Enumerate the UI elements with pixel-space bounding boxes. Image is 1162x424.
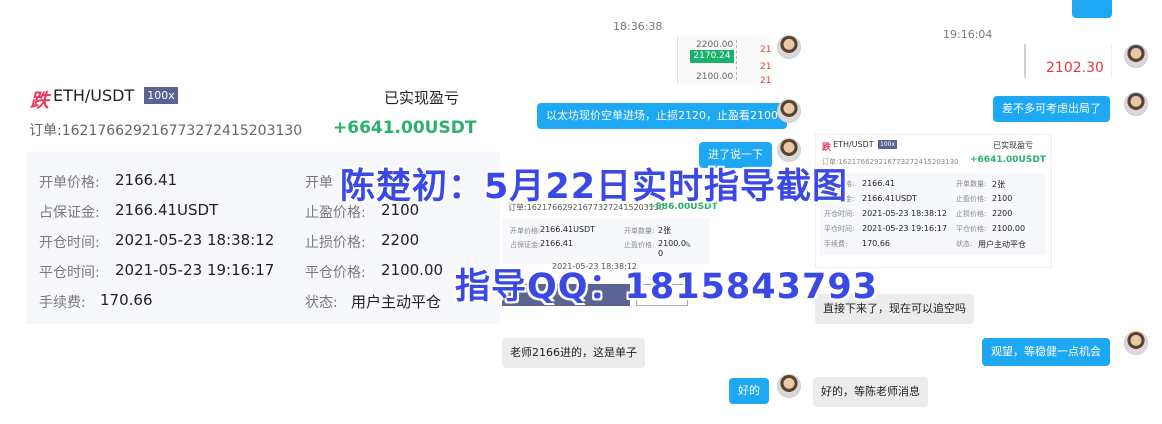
watermark-contact: 指导QQ：1815843793 bbox=[455, 267, 879, 307]
avatar[interactable] bbox=[1124, 44, 1148, 68]
price-value: 2102.30 bbox=[1046, 60, 1104, 76]
chart-tick: 21 bbox=[760, 45, 772, 55]
detail-value: 2021-05-23 18:38:12 bbox=[862, 209, 947, 218]
detail-value: 170.66 bbox=[862, 239, 890, 248]
detail-value: 2100.00 bbox=[992, 224, 1026, 233]
detail-value: 2100.0 bbox=[658, 239, 686, 248]
chart-price-high: 2200.00 bbox=[696, 40, 734, 50]
edit-icon[interactable]: ✎ bbox=[684, 241, 692, 251]
avatar[interactable] bbox=[777, 374, 801, 398]
detail-label: 平仓时间: bbox=[824, 225, 855, 233]
order-id: 订单:162176629216773272415203130 bbox=[29, 123, 303, 139]
chat-message-sent[interactable]: 以太坊现价空单进场，止损2120，止盈看2100 bbox=[537, 103, 787, 129]
detail-label: 占保证金: bbox=[39, 205, 100, 221]
detail-label: 手续费: bbox=[824, 240, 848, 248]
detail-label: 状态: bbox=[956, 240, 973, 248]
detail-label: 开单价格: bbox=[39, 175, 100, 191]
direction-tag: 跌 bbox=[30, 90, 50, 112]
detail-value: 2021-05-23 19:16:17 bbox=[115, 261, 275, 279]
detail-value: 2张 bbox=[992, 180, 1006, 189]
detail-label: 平仓时间: bbox=[39, 265, 100, 281]
detail-value: 2166.41 bbox=[115, 171, 178, 189]
chat-image-trade-card[interactable]: 跌 ETH/USDT 100x 已实现盈亏 订单:162176629216773… bbox=[815, 134, 1052, 268]
leverage-badge: 100x bbox=[144, 87, 178, 104]
chart-tick: 21 bbox=[760, 76, 772, 86]
realized-pnl-label: 已实现盈亏 bbox=[384, 89, 460, 107]
detail-label: 止损价格: bbox=[305, 235, 366, 251]
chat-message-received[interactable]: 好的，等陈老师消息 bbox=[813, 377, 928, 407]
detail-value: 2166.41USDT bbox=[115, 201, 219, 219]
detail-value: 2200 bbox=[381, 231, 420, 249]
chat-bubble-partial bbox=[1072, 0, 1112, 18]
detail-box: 开单价格: 2166.41 开单数量: 2张 占保证金: 2166.41USDT… bbox=[820, 173, 1046, 255]
detail-label: 开单价格: bbox=[510, 227, 541, 235]
leverage-badge: 100x bbox=[878, 140, 898, 149]
detail-label: 平仓价格: bbox=[956, 225, 987, 233]
chart-current-price: 2170.24 bbox=[690, 50, 734, 63]
price-chart-thumbnail[interactable]: 2200.00 2170.24 2100.00 bbox=[677, 36, 769, 84]
timestamp: 18:36:38 bbox=[613, 20, 663, 33]
detail-label: 开单数量: bbox=[624, 227, 655, 235]
detail-value: 2166.41USDT bbox=[862, 194, 918, 203]
detail-value: 2021-05-23 19:16:17 bbox=[862, 224, 947, 233]
detail-value: 2100 bbox=[992, 194, 1013, 203]
chart-tick: 21 bbox=[760, 62, 772, 72]
detail-label: 开单数量: bbox=[956, 180, 987, 188]
detail-value: 2166.41USDT bbox=[540, 225, 596, 234]
chat-message-sent[interactable]: 差不多可考虑出局了 bbox=[993, 96, 1110, 122]
detail-label: 止损价格: bbox=[956, 210, 987, 218]
detail-label: 开仓时间: bbox=[39, 235, 100, 251]
avatar[interactable] bbox=[1124, 92, 1148, 116]
chart-price-low: 2100.00 bbox=[696, 72, 734, 82]
timestamp: 19:16:04 bbox=[943, 28, 993, 41]
chat-message-received[interactable]: 老师2166进的，这是单子 bbox=[502, 338, 645, 368]
pnl-value: +6641.00USDT bbox=[970, 155, 1046, 165]
detail-label: 止盈价格: bbox=[956, 195, 987, 203]
detail-label: 止盈价格: bbox=[624, 241, 655, 249]
realized-pnl-value: +6641.00USDT bbox=[333, 118, 477, 138]
detail-value: 用户主动平仓 bbox=[978, 240, 1026, 249]
detail-value: 2100.00 bbox=[381, 261, 444, 279]
watermark-title: 陈楚初：5月22日实时指导截图 bbox=[340, 167, 849, 207]
direction-tag: 跌 bbox=[822, 143, 832, 153]
trade-card: 跌 ETH/USDT 100x 已实现盈亏 订单:162176629216773… bbox=[0, 0, 500, 424]
detail-value: 2166.41 bbox=[862, 179, 896, 188]
detail-label: 占保证金: bbox=[510, 241, 541, 249]
detail-value: 170.66 bbox=[100, 291, 153, 309]
detail-value: 2166.41 bbox=[540, 239, 574, 248]
detail-label: 平仓价格: bbox=[305, 265, 366, 281]
realized-pnl-label: 已实现盈亏 bbox=[993, 141, 1033, 150]
detail-value: 2张 bbox=[658, 226, 672, 235]
price-snapshot[interactable]: 2102.30 bbox=[1024, 44, 1112, 78]
detail-label: 开单 bbox=[305, 175, 333, 191]
detail-label: 手续费: bbox=[39, 295, 86, 311]
detail-label: 状态: bbox=[305, 295, 338, 311]
trading-pair: ETH/USDT bbox=[833, 140, 874, 149]
detail-value: 0 bbox=[658, 249, 664, 258]
detail-value: 2200 bbox=[992, 209, 1013, 218]
detail-label: 开仓时间: bbox=[824, 210, 855, 218]
avatar[interactable] bbox=[777, 99, 801, 123]
trading-pair: ETH/USDT bbox=[53, 86, 135, 105]
avatar[interactable] bbox=[777, 35, 801, 59]
chart-gridline bbox=[736, 40, 737, 80]
detail-value: 2021-05-23 18:38:12 bbox=[115, 231, 275, 249]
chat-message-sent[interactable]: 好的 bbox=[729, 378, 769, 404]
chat-message-sent[interactable]: 观望，等稳健一点机会 bbox=[982, 338, 1110, 366]
avatar[interactable] bbox=[1124, 331, 1148, 355]
